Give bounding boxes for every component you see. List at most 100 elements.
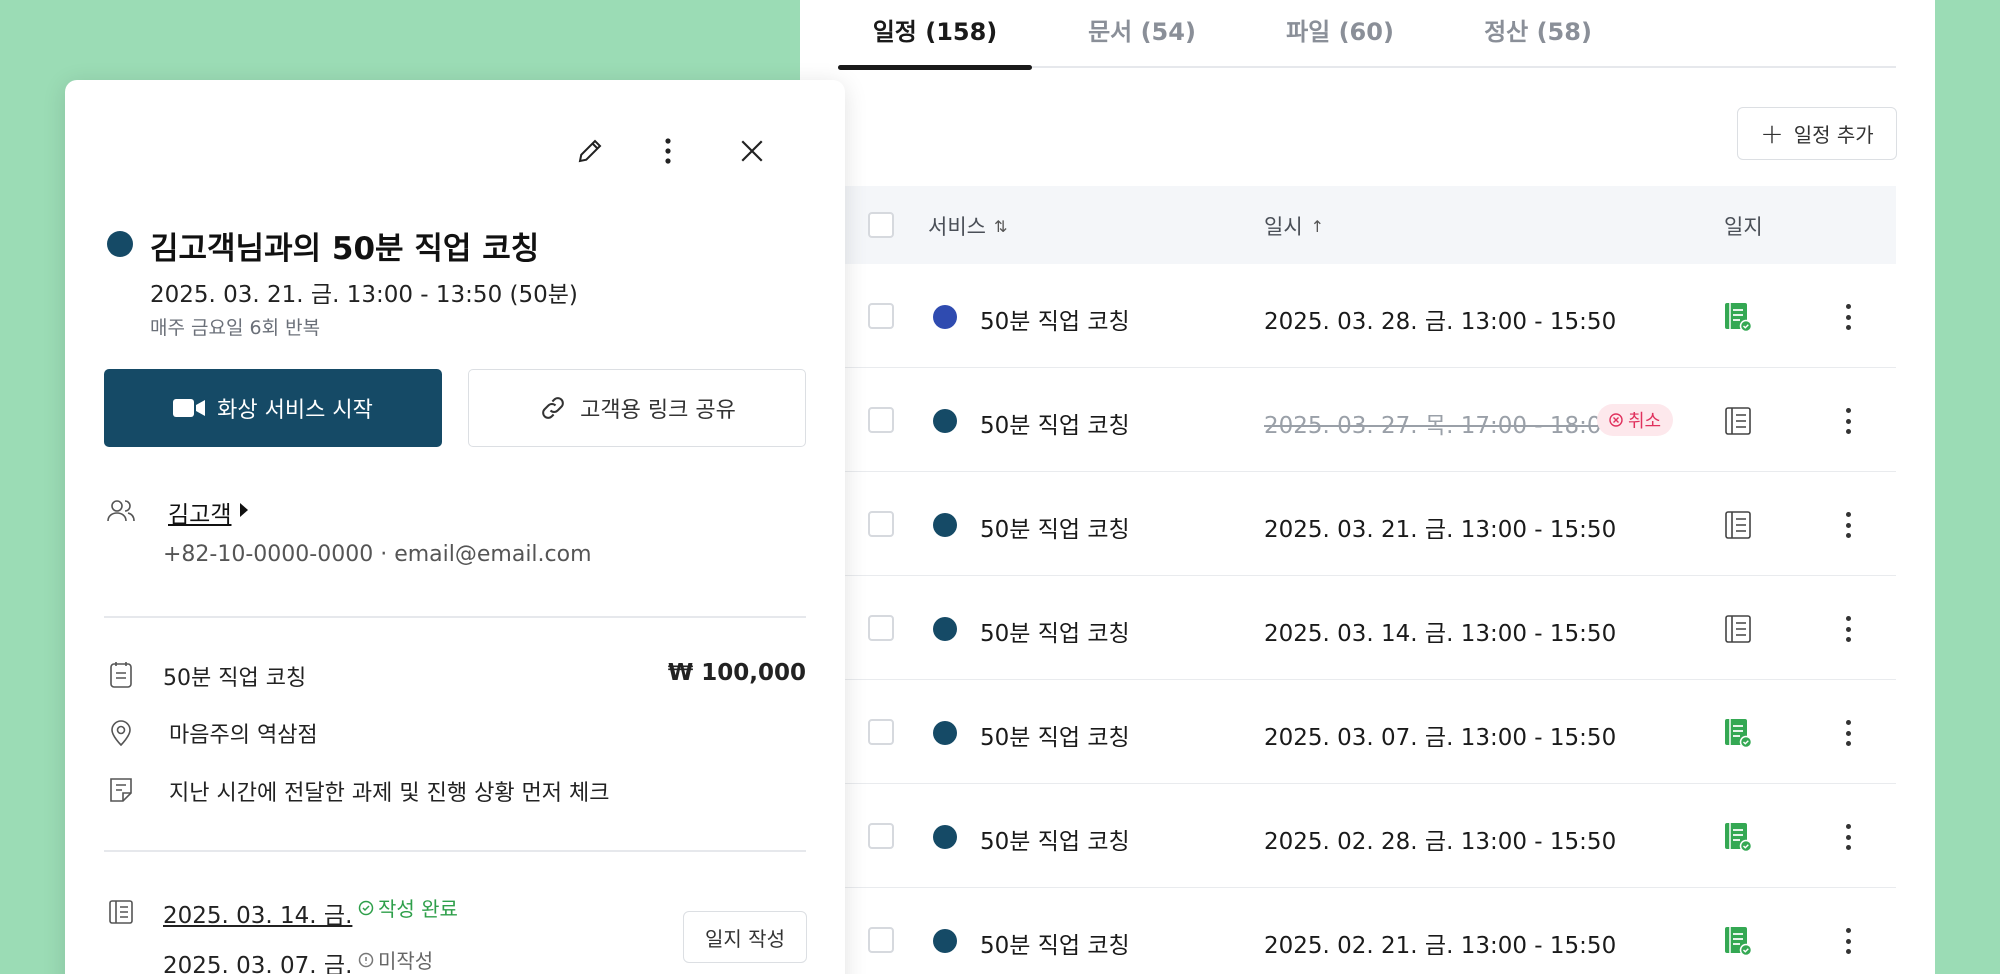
link-icon [542,397,564,419]
edit-icon[interactable] [570,131,610,171]
tab-label: 파일 (60) [1286,18,1394,46]
sort-ascending-icon: ↑ [1310,216,1325,236]
row-service: 50분 직업 코칭 [980,309,1130,335]
tab-settlement[interactable]: 정산 (58) [1468,12,1608,68]
journal-done-icon[interactable] [1724,926,1753,957]
row-checkbox[interactable] [868,927,894,953]
row-checkbox[interactable] [868,719,894,745]
journal-column-header: 일지 [1724,211,1763,241]
journal-icon[interactable] [1724,406,1752,436]
row-checkbox[interactable] [868,823,894,849]
table-row[interactable]: 50분 직업 코칭 2025. 03. 07. 금. 13:00 - 15:50 [838,680,1896,784]
table-header: 서비스 ⇅ 일시 ↑ 일지 [838,186,1896,264]
journal-icon[interactable] [1724,510,1752,540]
write-journal-button[interactable]: 일지 작성 [683,911,807,963]
table-row[interactable]: 50분 직업 코칭 2025. 03. 27. 목. 17:00 - 18:00 취… [838,368,1896,472]
table-row[interactable]: 50분 직업 코칭 2025. 02. 21. 금. 13:00 - 15:50 [838,888,1896,974]
more-options-icon[interactable] [648,131,688,171]
row-more-icon[interactable] [1838,404,1858,438]
row-datetime: 2025. 03. 27. 목. 17:00 - 18:00 [1264,413,1617,439]
journal-done-icon[interactable] [1724,822,1753,853]
service-color-dot [933,617,957,641]
service-column-header[interactable]: 서비스 ⇅ [928,211,1007,241]
clipboard-icon [110,662,132,688]
table-row[interactable]: 50분 직업 코칭 2025. 02. 28. 금. 13:00 - 15:50 [838,784,1896,888]
detail-location: 마음주의 역삼점 [169,723,318,748]
journal-status-label: 작성 완료 [378,897,458,921]
schedule-panel: 일정 (158) 문서 (54) 파일 (60) 정산 (58) + 일정 추가… [800,0,1935,974]
row-datetime: 2025. 03. 28. 금. 13:00 - 15:50 [1264,309,1617,335]
divider [104,616,806,618]
detail-price: ₩ 100,000 [667,660,806,686]
info-circle-icon [358,952,374,967]
customer-contact: +82-10-0000-0000 · email@email.com [163,542,592,567]
tab-files[interactable]: 파일 (60) [1270,12,1410,68]
journal-done-icon[interactable] [1724,302,1753,333]
detail-service: 50분 직업 코칭 [163,666,307,691]
row-service: 50분 직업 코칭 [980,621,1130,647]
journal-icon[interactable] [1724,614,1752,644]
plus-icon: + [1760,116,1784,150]
datetime-header-label: 일시 [1264,215,1303,239]
share-link-button[interactable]: 고객용 링크 공유 [468,369,806,447]
row-more-icon[interactable] [1838,924,1858,958]
add-schedule-button[interactable]: + 일정 추가 [1737,107,1897,160]
row-checkbox[interactable] [868,511,894,537]
service-color-dot [107,231,133,257]
row-service: 50분 직업 코칭 [980,517,1130,543]
customer-name-link[interactable]: 김고객 [168,495,231,529]
location-pin-icon [111,720,131,747]
row-datetime: 2025. 03. 07. 금. 13:00 - 15:50 [1264,725,1617,751]
journal-date-link[interactable]: 2025. 03. 14. 금. [163,896,352,930]
check-circle-icon [358,900,374,915]
service-color-dot [933,825,957,849]
service-color-dot [933,929,957,953]
x-circle-icon [1609,413,1623,427]
row-service: 50분 직업 코칭 [980,413,1130,439]
start-video-button[interactable]: 화상 서비스 시작 [104,369,442,447]
row-more-icon[interactable] [1838,300,1858,334]
journal-header-label: 일지 [1724,215,1763,239]
row-checkbox[interactable] [868,303,894,329]
start-video-label: 화상 서비스 시작 [217,398,373,423]
divider [104,850,806,852]
row-datetime: 2025. 02. 28. 금. 13:00 - 15:50 [1264,829,1617,855]
journal-date-link[interactable]: 2025. 03. 07. 금. [163,946,352,974]
row-datetime: 2025. 02. 21. 금. 13:00 - 15:50 [1264,933,1617,959]
row-datetime: 2025. 03. 21. 금. 13:00 - 15:50 [1264,517,1617,543]
row-more-icon[interactable] [1838,820,1858,854]
detail-datetime: 2025. 03. 21. 금. 13:00 - 13:50 (50분) [150,282,578,308]
row-checkbox[interactable] [868,615,894,641]
detail-title: 김고객님과의 50분 직업 코칭 [150,231,540,267]
close-icon[interactable] [732,131,772,171]
add-schedule-label: 일정 추가 [1793,123,1874,147]
service-header-label: 서비스 [928,215,986,239]
tab-label: 일정 (158) [872,18,998,46]
row-service: 50분 직업 코칭 [980,829,1130,855]
row-checkbox[interactable] [868,407,894,433]
service-color-dot [933,305,957,329]
table-row[interactable]: 50분 직업 코칭 2025. 03. 21. 금. 13:00 - 15:50 [838,472,1896,576]
datetime-column-header[interactable]: 일시 ↑ [1264,211,1324,241]
row-datetime: 2025. 03. 14. 금. 13:00 - 15:50 [1264,621,1617,647]
row-more-icon[interactable] [1838,716,1858,750]
share-link-label: 고객용 링크 공유 [580,398,736,423]
select-all-checkbox[interactable] [868,212,894,238]
detail-memo: 지난 시간에 전달한 과제 및 진행 상황 먼저 체크 [169,781,610,806]
tab-bar: 일정 (158) 문서 (54) 파일 (60) 정산 (58) [838,0,1896,70]
tab-schedule[interactable]: 일정 (158) [838,12,1032,70]
journal-done-icon[interactable] [1724,718,1753,749]
row-more-icon[interactable] [1838,612,1858,646]
tab-label: 문서 (54) [1088,18,1196,46]
tab-documents[interactable]: 문서 (54) [1072,12,1212,68]
schedule-detail-card: 김고객님과의 50분 직업 코칭 2025. 03. 21. 금. 13:00 … [65,80,845,974]
row-service: 50분 직업 코칭 [980,933,1130,959]
cancelled-badge: 취소 [1597,404,1674,436]
service-color-dot [933,721,957,745]
journal-status-pending: 미작성 [358,945,433,974]
detail-repeat: 매주 금요일 6회 반복 [150,317,321,339]
service-color-dot [933,409,957,433]
table-row[interactable]: 50분 직업 코칭 2025. 03. 14. 금. 13:00 - 15:50 [838,576,1896,680]
table-row[interactable]: 50분 직업 코칭 2025. 03. 28. 금. 13:00 - 15:50 [838,264,1896,368]
row-more-icon[interactable] [1838,508,1858,542]
